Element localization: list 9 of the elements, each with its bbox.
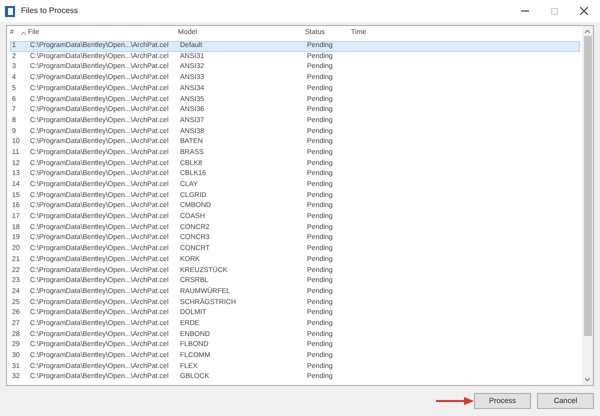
scroll-up-icon[interactable]	[585, 30, 590, 33]
scroll-thumb[interactable]	[584, 36, 592, 336]
app-icon	[5, 6, 15, 16]
pointer-arrow	[436, 397, 474, 405]
scrollbar[interactable]	[582, 26, 593, 385]
maximize-icon	[551, 8, 558, 14]
scroll-down-icon[interactable]	[585, 378, 590, 381]
window-title: Files to Process	[21, 5, 78, 17]
close-icon[interactable]	[580, 7, 588, 15]
